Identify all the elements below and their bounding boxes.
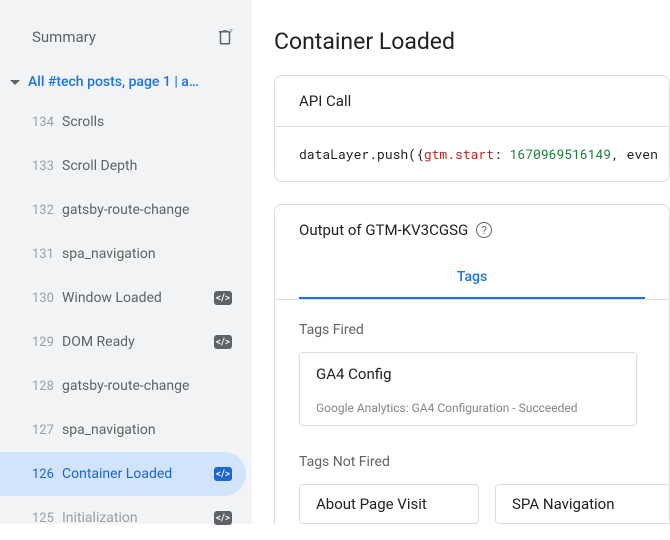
event-label: spa_navigation: [62, 422, 232, 438]
event-label: Container Loaded: [62, 466, 208, 482]
event-label: gatsby-route-change: [62, 202, 232, 218]
group-header[interactable]: All #tech posts, page 1 | a…: [0, 68, 252, 96]
output-tabs: Tags: [275, 255, 669, 300]
output-panel: Output of GTM-KV3CGSG ? Tags Tags Fired …: [274, 204, 670, 524]
tags-fired-row: GA4 Config Google Analytics: GA4 Configu…: [275, 352, 669, 432]
event-item[interactable]: 133Scroll Depth: [0, 144, 246, 188]
tag-card-fired[interactable]: GA4 Config Google Analytics: GA4 Configu…: [299, 352, 637, 426]
tags-not-fired-row: About Page Visit SPA Navigation: [275, 484, 669, 524]
tab-tags[interactable]: Tags: [299, 255, 645, 299]
event-list: 134Scrolls133Scroll Depth132gatsby-route…: [0, 96, 252, 540]
event-label: Scroll Depth: [62, 158, 232, 174]
output-heading-pre: Output of: [299, 221, 365, 239]
event-item[interactable]: 129DOM Ready </>: [0, 320, 246, 364]
event-label: Scrolls: [62, 114, 232, 130]
sidebar-header: Summary: [0, 28, 252, 46]
code-badge-icon: </>: [214, 291, 232, 305]
code-badge-icon: </>: [214, 467, 232, 481]
api-call-panel: API Call dataLayer.push({gtm.start: 1670…: [274, 75, 670, 182]
output-container-id: GTM-KV3CGSG: [365, 221, 468, 239]
event-item[interactable]: 131spa_navigation: [0, 232, 246, 276]
tag-name: SPA Navigation: [512, 495, 658, 513]
tag-card-not-fired[interactable]: SPA Navigation: [495, 484, 670, 524]
tags-not-fired-label: Tags Not Fired: [299, 454, 669, 470]
event-item[interactable]: 130Window Loaded </>: [0, 276, 246, 320]
code-badge-icon: </>: [214, 335, 232, 349]
page-title: Container Loaded: [274, 28, 670, 55]
event-label: Window Loaded: [62, 290, 208, 306]
tag-card-not-fired[interactable]: About Page Visit: [299, 484, 479, 524]
event-number: 131: [32, 247, 62, 262]
event-item[interactable]: 132gatsby-route-change: [0, 188, 246, 232]
group-title: All #tech posts, page 1 | a…: [28, 74, 240, 90]
event-number: 125: [32, 511, 62, 526]
tags-fired-label: Tags Fired: [299, 322, 669, 338]
event-number: 128: [32, 379, 62, 394]
output-heading: Output of GTM-KV3CGSG ?: [275, 205, 669, 255]
event-label: gatsby-route-change: [62, 378, 232, 394]
help-icon[interactable]: ?: [476, 222, 492, 238]
event-number: 129: [32, 335, 62, 350]
event-number: 133: [32, 159, 62, 174]
event-item[interactable]: 126Container Loaded </>: [0, 452, 246, 496]
event-item[interactable]: 134Scrolls: [0, 100, 246, 144]
summary-sidebar: Summary All #tech posts, page 1 | a… 134…: [0, 0, 252, 524]
main-pane: Container Loaded API Call dataLayer.push…: [252, 0, 670, 524]
clear-icon[interactable]: [216, 28, 234, 46]
code-badge-icon: </>: [214, 511, 232, 525]
event-label: spa_navigation: [62, 246, 232, 262]
code-trail: , even: [611, 145, 658, 163]
code-key: gtm.start: [424, 145, 494, 163]
code-fn: dataLayer.push: [299, 145, 408, 163]
code-num: 1670969516149: [510, 145, 611, 163]
tag-meta: Google Analytics: GA4 Configuration - Su…: [316, 401, 620, 415]
event-number: 132: [32, 203, 62, 218]
sidebar-title: Summary: [32, 28, 96, 46]
event-number: 134: [32, 115, 62, 130]
event-label: DOM Ready: [62, 334, 208, 350]
caret-down-icon: [10, 80, 20, 85]
event-item[interactable]: 127spa_navigation: [0, 408, 246, 452]
event-group: All #tech posts, page 1 | a… 134Scrolls1…: [0, 68, 252, 540]
api-call-code: dataLayer.push({gtm.start: 1670969516149…: [275, 127, 669, 181]
api-call-heading: API Call: [275, 76, 669, 126]
event-number: 126: [32, 467, 62, 482]
tag-name: About Page Visit: [316, 495, 462, 513]
event-number: 127: [32, 423, 62, 438]
event-item[interactable]: 128gatsby-route-change: [0, 364, 246, 408]
event-item[interactable]: 125Initialization</>: [0, 496, 246, 540]
tag-name: GA4 Config: [316, 365, 620, 383]
event-number: 130: [32, 291, 62, 306]
